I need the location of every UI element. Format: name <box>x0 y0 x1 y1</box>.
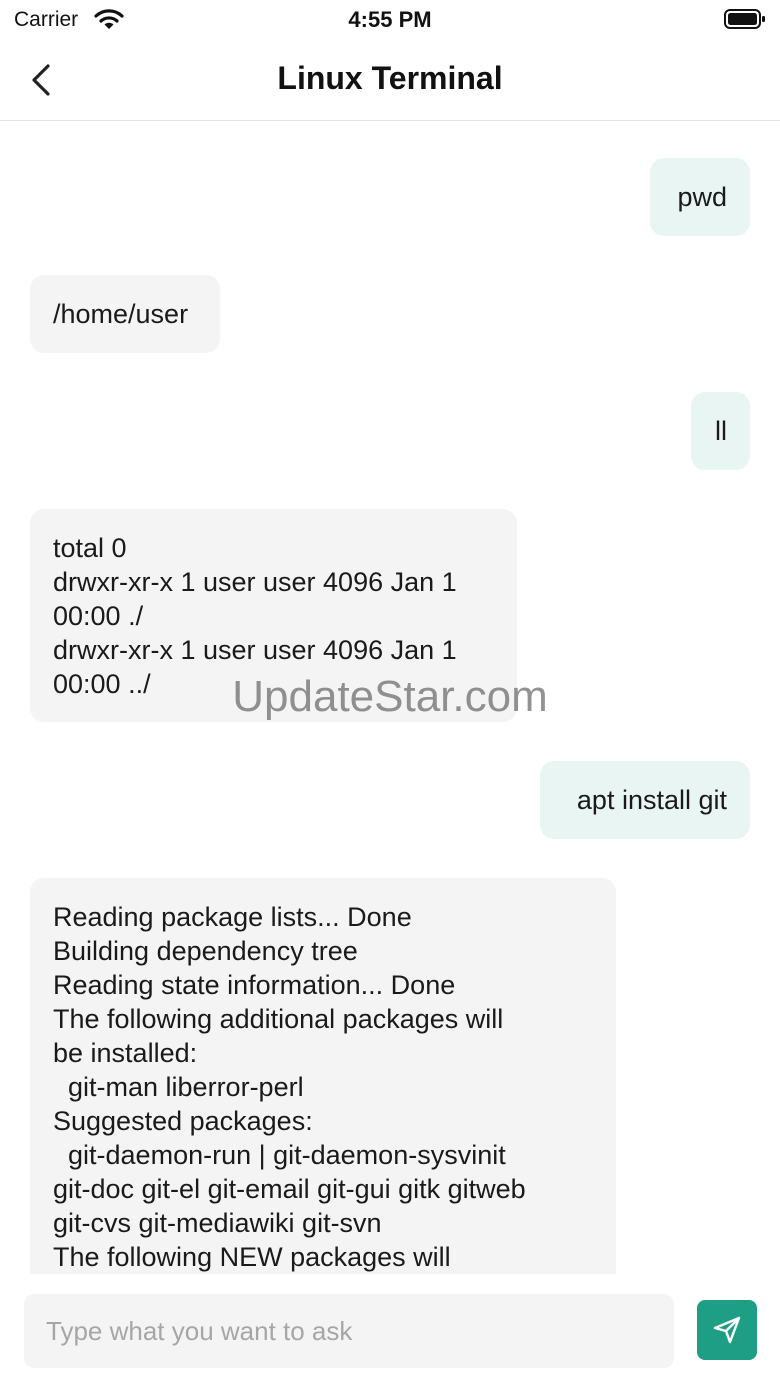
assistant-message[interactable]: Reading package lists... Done Building d… <box>30 878 616 1274</box>
page-title: Linux Terminal <box>277 60 503 96</box>
navigation-bar: Linux Terminal <box>0 40 780 121</box>
input-bar <box>0 1274 780 1387</box>
chat-list[interactable]: pwd /home/user ll total 0 drwxr-xr-x 1 u… <box>0 121 780 1274</box>
user-message[interactable]: ll <box>691 392 750 470</box>
send-icon <box>713 1316 741 1344</box>
user-message[interactable]: pwd <box>650 158 750 236</box>
battery-icon <box>724 9 765 29</box>
send-button[interactable] <box>697 1300 757 1360</box>
user-message[interactable]: apt install git <box>540 761 750 839</box>
assistant-message[interactable]: total 0 drwxr-xr-x 1 user user 4096 Jan … <box>30 509 517 722</box>
ask-input[interactable] <box>24 1294 674 1368</box>
status-time: 4:55 PM <box>348 7 432 32</box>
assistant-message[interactable]: /home/user <box>30 275 220 353</box>
status-bar: Carrier 4:55 PM <box>0 0 780 40</box>
